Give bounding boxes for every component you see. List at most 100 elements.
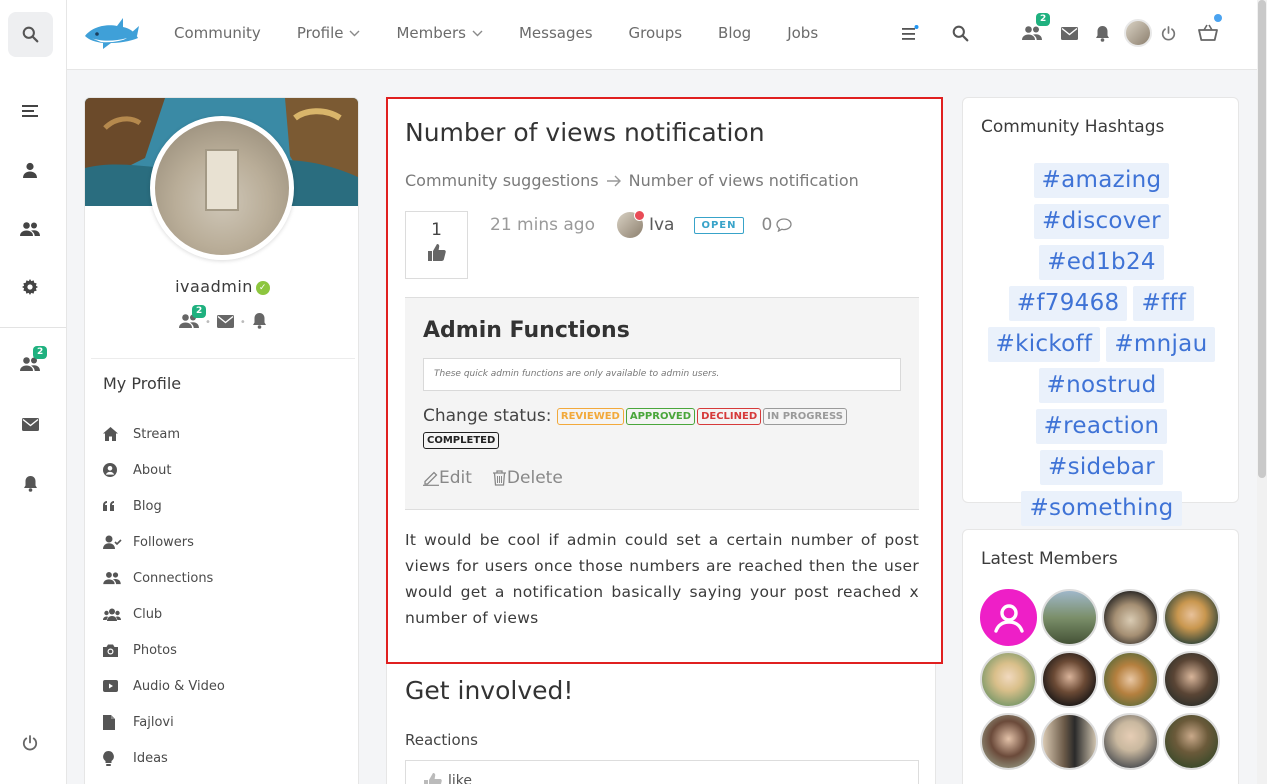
power-icon — [1161, 25, 1175, 40]
bell-icon — [1095, 25, 1109, 42]
menu-item-ideas[interactable]: Ideas — [103, 740, 225, 776]
menu-item-label: Blog — [133, 498, 162, 514]
top-notifications-button[interactable] — [1089, 20, 1115, 46]
member-avatar[interactable] — [1041, 589, 1098, 646]
users-icon — [20, 222, 40, 236]
nav-blog[interactable]: Blog — [718, 24, 751, 42]
pencil-icon — [423, 471, 439, 486]
status-approved-button[interactable]: APPROVED — [625, 407, 696, 425]
community-hashtags-card: Community Hashtags #amazing #discover #e… — [962, 97, 1239, 526]
profile-avatar[interactable] — [150, 116, 294, 260]
menu-item-stream[interactable]: Stream — [103, 416, 225, 452]
hashtag-link[interactable]: #kickoff — [987, 327, 1101, 362]
menu-item-about[interactable]: About — [103, 452, 225, 488]
file-icon — [103, 714, 115, 730]
article-title: Number of views notification — [405, 118, 765, 147]
menu-item-followers[interactable]: Followers — [103, 524, 225, 560]
top-messages-button[interactable] — [1056, 20, 1082, 46]
member-avatar[interactable] — [980, 713, 1037, 770]
status-declined-button[interactable]: DECLINED — [697, 407, 762, 425]
rail-settings-button[interactable] — [0, 267, 60, 307]
profile-username[interactable]: ivaadmin ✓ — [85, 277, 358, 296]
latest-members-heading: Latest Members — [981, 549, 1118, 569]
vote-box[interactable]: 1 — [405, 211, 468, 279]
group-icon — [103, 608, 121, 621]
hashtag-link[interactable]: #ed1b24 — [1039, 245, 1164, 280]
author-name[interactable]: Iva — [649, 215, 675, 235]
member-avatar[interactable] — [1102, 589, 1159, 646]
profile-divider — [91, 358, 355, 359]
delete-label: Delete — [506, 468, 563, 488]
menu-item-label: Connections — [133, 570, 214, 586]
nav-profile[interactable]: Profile — [297, 24, 361, 42]
profile-friends-button[interactable]: 2 — [179, 304, 207, 333]
arrow-right-icon — [606, 175, 621, 186]
rail-messages-button[interactable] — [0, 404, 60, 444]
top-navbar: Community Profile Members Messages Group… — [67, 0, 1257, 70]
member-avatar[interactable] — [1163, 589, 1220, 646]
rail-friends-button[interactable]: 2 — [0, 344, 60, 384]
menu-item-label: About — [133, 462, 172, 478]
bell-icon — [252, 313, 266, 329]
hashtag-link[interactable]: #something — [1021, 491, 1182, 526]
nav-messages[interactable]: Messages — [519, 24, 593, 42]
hashtag-link[interactable]: #sidebar — [1040, 450, 1163, 485]
member-avatar[interactable] — [1163, 651, 1220, 708]
page-scrollbar[interactable] — [1257, 0, 1267, 784]
top-friends-button[interactable]: 2 — [1019, 13, 1051, 46]
rail-menu-button[interactable] — [0, 91, 60, 131]
admin-note: These quick admin functions are only ava… — [423, 358, 901, 391]
rail-logout-button[interactable] — [0, 723, 60, 763]
status-in-progress-button[interactable]: IN PROGRESS — [763, 407, 847, 425]
status-completed-button[interactable]: COMPLETED — [423, 431, 500, 449]
top-search-button[interactable] — [947, 20, 973, 46]
member-avatar[interactable] — [1163, 713, 1220, 770]
nav-jobs[interactable]: Jobs — [787, 24, 818, 42]
menu-item-audio-video[interactable]: Audio & Video — [103, 668, 225, 704]
delete-button[interactable]: Delete — [492, 468, 563, 488]
member-avatar[interactable] — [1102, 713, 1159, 770]
rail-notifications-button[interactable] — [0, 463, 60, 503]
top-cart-button[interactable] — [1195, 14, 1222, 46]
hashtag-link[interactable]: #amazing — [1033, 163, 1170, 198]
menu-item-fajlovi[interactable]: Fajlovi — [103, 704, 225, 740]
breadcrumb-parent-link[interactable]: Community suggestions — [405, 171, 599, 190]
thumbs-up-icon[interactable] — [427, 244, 446, 261]
menu-item-club[interactable]: Club — [103, 596, 225, 632]
member-avatar[interactable] — [980, 651, 1037, 708]
hashtag-link[interactable]: #reaction — [1035, 409, 1168, 444]
status-reviewed-button[interactable]: REVIEWED — [556, 407, 624, 425]
rail-search-button[interactable] — [8, 12, 53, 57]
rail-members-button[interactable] — [0, 209, 60, 249]
nav-community[interactable]: Community — [174, 24, 261, 42]
video-icon — [103, 680, 118, 692]
hashtag-link[interactable]: #mnjau — [1106, 327, 1216, 362]
list-menu-icon — [902, 25, 919, 40]
menu-item-blog[interactable]: Blog — [103, 488, 225, 524]
member-avatar[interactable] — [1041, 713, 1098, 770]
top-logout-button[interactable] — [1155, 20, 1181, 46]
hashtag-link[interactable]: #fff — [1133, 286, 1195, 321]
nav-members[interactable]: Members — [396, 24, 483, 42]
top-menu-button[interactable] — [897, 20, 923, 46]
menu-item-photos[interactable]: Photos — [103, 632, 225, 668]
profile-notifications-button[interactable] — [252, 312, 267, 333]
hashtag-link[interactable]: #discover — [1034, 204, 1169, 239]
member-avatar[interactable] — [1041, 651, 1098, 708]
edit-button[interactable]: Edit — [423, 468, 472, 488]
member-avatar[interactable] — [1102, 651, 1159, 708]
hashtag-link[interactable]: #nostrud — [1038, 368, 1165, 403]
menu-item-label: Photos — [133, 642, 177, 658]
reaction-like-button[interactable]: like — [405, 760, 919, 784]
menu-item-connections[interactable]: Connections — [103, 560, 225, 596]
comments-count[interactable]: 0 — [762, 215, 793, 235]
nav-groups[interactable]: Groups — [629, 24, 682, 42]
hashtag-link[interactable]: #f79468 — [1008, 286, 1128, 321]
author-avatar[interactable] — [616, 210, 645, 238]
scrollbar-thumb[interactable] — [1258, 0, 1266, 478]
rail-profile-button[interactable] — [0, 150, 60, 190]
member-avatar[interactable] — [980, 589, 1037, 646]
site-logo[interactable] — [83, 16, 139, 52]
top-user-avatar[interactable] — [1123, 18, 1153, 48]
profile-messages-button[interactable] — [216, 313, 234, 332]
